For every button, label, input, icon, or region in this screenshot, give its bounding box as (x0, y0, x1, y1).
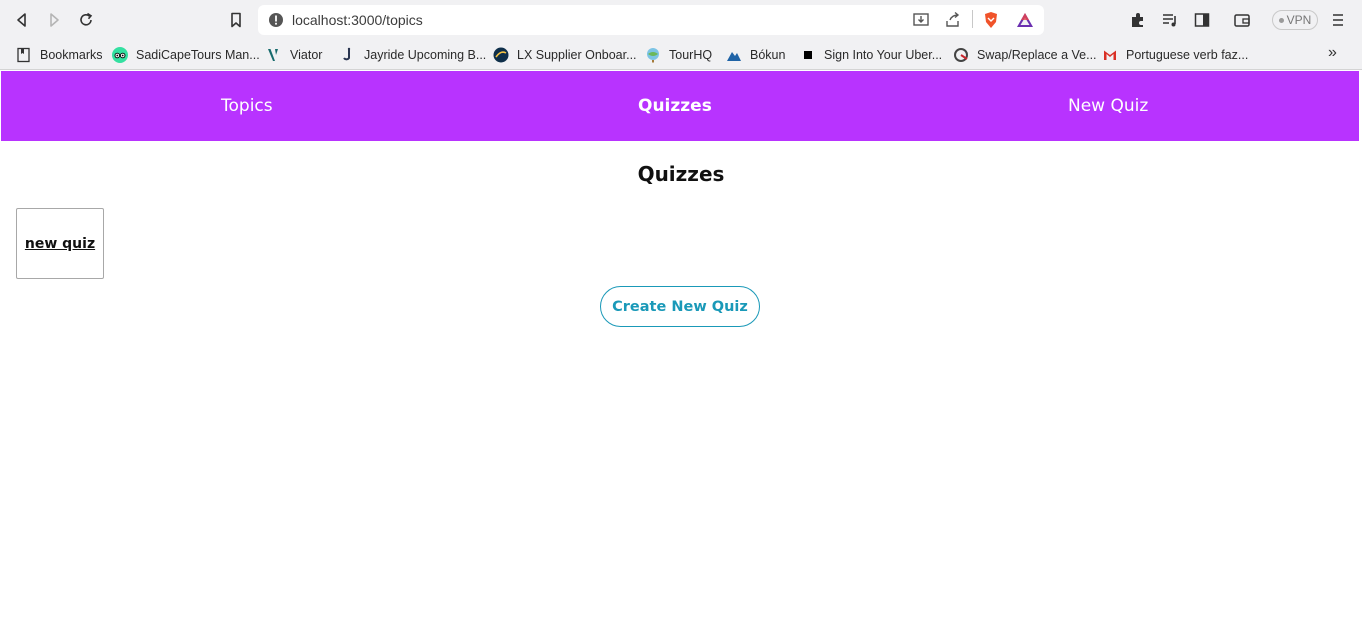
bookmark-label: Sign Into Your Uber... (824, 48, 943, 62)
bookmark-label: Bókun (750, 48, 786, 62)
vpn-button[interactable]: VPN (1272, 10, 1318, 30)
toolbar-divider (972, 10, 973, 28)
bookmark-label: TourHQ (669, 48, 713, 62)
viator-icon (268, 49, 278, 61)
bookmark-item[interactable]: Viator (266, 44, 322, 66)
bookmark-item[interactable]: Portuguese verb faz... (1102, 44, 1248, 66)
bookmark-item[interactable]: LX Supplier Onboar... (493, 44, 637, 66)
tourhq-icon (647, 48, 659, 63)
site-info-icon[interactable] (268, 12, 284, 28)
more-bookmarks-icon[interactable]: » (1328, 44, 1337, 62)
bookmark-label: Bookmarks (40, 48, 103, 62)
bookmark-item[interactable]: Bookmarks (16, 44, 103, 66)
quiz-card[interactable]: new quiz (16, 208, 104, 279)
bookmark-label: Portuguese verb faz... (1126, 48, 1249, 62)
nav-link-quizzes[interactable]: Quizzes (638, 71, 712, 141)
vpn-label: VPN (1286, 13, 1312, 27)
bookmark-page-icon[interactable] (224, 8, 248, 32)
bookmark-label: Jayride Upcoming B... (364, 48, 487, 62)
page-title: Quizzes (637, 162, 725, 186)
jayride-icon (343, 47, 351, 61)
back-icon[interactable] (10, 8, 34, 32)
app-navbar: Topics Quizzes New Quiz (1, 71, 1359, 141)
create-new-quiz-button[interactable]: Create New Quiz (600, 286, 760, 327)
lx-icon (493, 47, 509, 63)
brave-rewards-icon[interactable] (1016, 11, 1034, 29)
bookmark-item[interactable]: Bókun (726, 44, 785, 66)
sidebar-icon[interactable] (1190, 8, 1214, 32)
bookmark-label: Swap/Replace a Ve... (977, 48, 1097, 62)
bookmark-label: SadiCapeTours Man... (136, 48, 260, 62)
share-icon[interactable] (944, 11, 962, 29)
install-app-icon[interactable] (912, 11, 930, 29)
swap-icon (954, 48, 968, 62)
reload-icon[interactable] (74, 8, 98, 32)
url-text[interactable]: localhost:3000/topics (292, 12, 423, 28)
bokun-icon (727, 52, 741, 61)
bookmarks-bar: Bookmarks SadiCapeTours Man... Viator Ja… (0, 40, 1362, 70)
wallet-icon[interactable] (1230, 8, 1254, 32)
playlist-icon[interactable] (1158, 8, 1182, 32)
bookmark-label: LX Supplier Onboar... (517, 48, 637, 62)
bookmarks-manager-icon (17, 47, 30, 63)
brave-shields-icon[interactable] (982, 11, 1000, 29)
browser-toolbar: localhost:3000/topics VPN (0, 0, 1362, 40)
forward-icon[interactable] (42, 8, 66, 32)
bookmark-item[interactable]: Jayride Upcoming B... (340, 44, 486, 66)
extensions-icon[interactable] (1126, 8, 1150, 32)
quiz-link[interactable]: new quiz (25, 236, 95, 252)
menu-icon[interactable] (1326, 8, 1350, 32)
tripadvisor-icon (112, 47, 128, 63)
bookmark-item[interactable]: Sign Into Your Uber... (800, 44, 942, 66)
address-bar[interactable]: localhost:3000/topics (258, 5, 1044, 35)
uber-icon (804, 51, 812, 59)
bookmark-item[interactable]: SadiCapeTours Man... (112, 44, 260, 66)
bookmark-label: Viator (290, 48, 323, 62)
bookmark-item[interactable]: Swap/Replace a Ve... (953, 44, 1097, 66)
gmail-icon (1104, 50, 1116, 60)
nav-link-topics[interactable]: Topics (221, 71, 273, 141)
vpn-status-dot (1278, 17, 1284, 23)
nav-link-new-quiz[interactable]: New Quiz (1068, 71, 1148, 141)
bookmark-item[interactable]: TourHQ (645, 44, 712, 66)
